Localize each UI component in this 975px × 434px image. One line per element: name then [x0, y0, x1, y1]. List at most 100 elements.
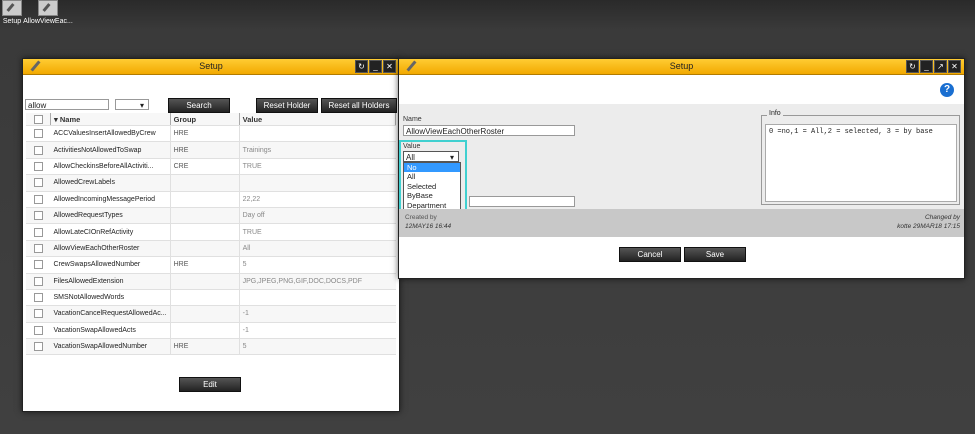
- info-label: Info: [767, 110, 783, 117]
- row-checkbox[interactable]: [26, 125, 51, 143]
- column-header-name[interactable]: ▾ Name: [50, 113, 171, 126]
- row-checkbox[interactable]: [26, 240, 51, 258]
- table-row[interactable]: AllowedCrewLabels: [26, 174, 396, 192]
- row-checkbox[interactable]: [26, 305, 51, 323]
- holder-field[interactable]: [469, 196, 575, 207]
- created-by-value: 12MAY16 16:44: [405, 223, 452, 230]
- table-row[interactable]: AllowViewEachOtherRoster All: [26, 240, 396, 258]
- row-group: [170, 305, 240, 323]
- row-group: [170, 322, 240, 340]
- table-row[interactable]: ACCValuesInsertAllowedByCrew HRE: [26, 125, 396, 143]
- table-row[interactable]: SMSNotAllowedWords: [26, 289, 396, 307]
- dropdown-highlight: [399, 140, 467, 218]
- row-name: VacationSwapAllowedActs: [50, 322, 171, 340]
- table-row[interactable]: AllowLateCIOnRefActivity TRUE: [26, 223, 396, 241]
- select-all-checkbox[interactable]: [26, 113, 51, 126]
- column-header-value[interactable]: Value: [239, 113, 397, 126]
- minimize-icon[interactable]: _: [920, 60, 933, 73]
- table-header: ▾ Name Group Value: [26, 113, 397, 126]
- row-value: [239, 174, 396, 192]
- table-row[interactable]: AllowedIncomingMessagePeriod 22,22: [26, 191, 396, 208]
- row-checkbox[interactable]: [26, 273, 51, 290]
- row-value: 5: [239, 256, 396, 274]
- row-group: CRE: [170, 158, 240, 176]
- row-group: [170, 240, 240, 258]
- row-group: [170, 174, 240, 192]
- setup-table: ▾ Name Group Value ACCValuesInsertAllowe…: [26, 113, 397, 356]
- reset-all-holders-button[interactable]: Reset all Holders: [321, 98, 397, 113]
- setup-edit-window: Setup ↻ _ ↗ ✕ ? Name AllowViewEachOtherR…: [398, 58, 965, 279]
- row-checkbox[interactable]: [26, 141, 51, 159]
- table-row[interactable]: VacationSwapAllowedActs -1: [26, 322, 396, 340]
- close-icon[interactable]: ✕: [383, 60, 396, 73]
- table-row[interactable]: VacationSwapAllowedNumber HRE 5: [26, 338, 396, 356]
- minimize-icon[interactable]: _: [369, 60, 382, 73]
- row-group: HRE: [170, 141, 240, 159]
- table-row[interactable]: AllowedRequestTypes Day off: [26, 207, 396, 225]
- row-group: HRE: [170, 125, 240, 143]
- window-title: Setup: [199, 61, 223, 71]
- row-value: TRUE: [239, 158, 396, 176]
- audit-bar: Created by 12MAY16 16:44 Changed by kott…: [399, 209, 964, 237]
- edit-button[interactable]: Edit: [179, 377, 241, 392]
- row-checkbox[interactable]: [26, 207, 51, 225]
- desktop-icon-label: AllowViewEac...: [23, 18, 73, 25]
- help-icon[interactable]: ?: [940, 83, 954, 97]
- tool-icon: [29, 60, 41, 72]
- table-row[interactable]: FilesAllowedExtension JPG,JPEG,PNG,GIF,DO…: [26, 273, 396, 290]
- maximize-icon[interactable]: ↗: [934, 60, 947, 73]
- name-field[interactable]: AllowViewEachOtherRoster: [403, 125, 575, 136]
- desktop-icon-allowview[interactable]: AllowViewEac...: [20, 0, 76, 25]
- row-name: AllowCheckinsBeforeAllActiviti...: [50, 158, 171, 176]
- row-value: -1: [239, 305, 396, 323]
- row-checkbox[interactable]: [26, 158, 51, 176]
- row-name: AllowedIncomingMessagePeriod: [50, 191, 171, 208]
- row-name: AllowLateCIOnRefActivity: [50, 223, 171, 241]
- reset-holder-button[interactable]: Reset Holder: [256, 98, 318, 113]
- row-group: HRE: [170, 338, 240, 356]
- table-row[interactable]: ActivitiesNotAllowedToSwap HRE Trainings: [26, 141, 396, 159]
- table-row[interactable]: AllowCheckinsBeforeAllActiviti... CRE TRUE: [26, 158, 396, 176]
- refresh-icon[interactable]: ↻: [906, 60, 919, 73]
- tool-icon: [2, 0, 22, 16]
- row-name: ActivitiesNotAllowedToSwap: [50, 141, 171, 159]
- table-row[interactable]: VacationCancelRequestAllowedAc... -1: [26, 305, 396, 323]
- table-row[interactable]: CrewSwapsAllowedNumber HRE 5: [26, 256, 396, 274]
- info-text: 0 =no,1 = All,2 = selected, 3 = by base: [765, 124, 957, 202]
- cancel-button[interactable]: Cancel: [619, 247, 681, 262]
- window-titlebar[interactable]: Setup ↻ _ ✕: [23, 59, 399, 75]
- row-name: CrewSwapsAllowedNumber: [50, 256, 171, 274]
- row-name: ACCValuesInsertAllowedByCrew: [50, 125, 171, 143]
- save-button[interactable]: Save: [684, 247, 746, 262]
- row-name: VacationCancelRequestAllowedAc...: [50, 305, 171, 323]
- row-value: Day off: [239, 207, 396, 225]
- search-input[interactable]: allow: [25, 99, 109, 110]
- window-title: Setup: [669, 61, 694, 71]
- row-checkbox[interactable]: [26, 223, 51, 241]
- tool-icon: [38, 0, 58, 16]
- row-value: 5: [239, 338, 396, 356]
- window-titlebar[interactable]: Setup ↻ _ ↗ ✕: [399, 59, 964, 75]
- row-checkbox[interactable]: [26, 174, 51, 192]
- search-button[interactable]: Search: [168, 98, 230, 113]
- created-by-label: Created by: [405, 214, 437, 221]
- row-group: [170, 223, 240, 241]
- refresh-icon[interactable]: ↻: [355, 60, 368, 73]
- tool-icon: [405, 60, 417, 72]
- close-icon[interactable]: ✕: [948, 60, 961, 73]
- column-header-group[interactable]: Group: [170, 113, 240, 126]
- info-box: Info 0 =no,1 = All,2 = selected, 3 = by …: [761, 110, 960, 205]
- row-value: JPG,JPEG,PNG,GIF,DOC,DOCS,PDF: [239, 273, 396, 290]
- row-checkbox[interactable]: [26, 338, 51, 356]
- changed-by-value: kotte 29MAR18 17:15: [897, 223, 960, 230]
- row-checkbox[interactable]: [26, 322, 51, 340]
- row-checkbox[interactable]: [26, 256, 51, 274]
- row-checkbox[interactable]: [26, 191, 51, 208]
- changed-by-label: Changed by: [924, 214, 960, 221]
- row-checkbox[interactable]: [26, 289, 51, 307]
- row-value: All: [239, 240, 396, 258]
- filter-select[interactable]: ▾: [115, 99, 149, 110]
- row-group: [170, 289, 240, 307]
- row-name: AllowedCrewLabels: [50, 174, 171, 192]
- row-value: [239, 125, 396, 143]
